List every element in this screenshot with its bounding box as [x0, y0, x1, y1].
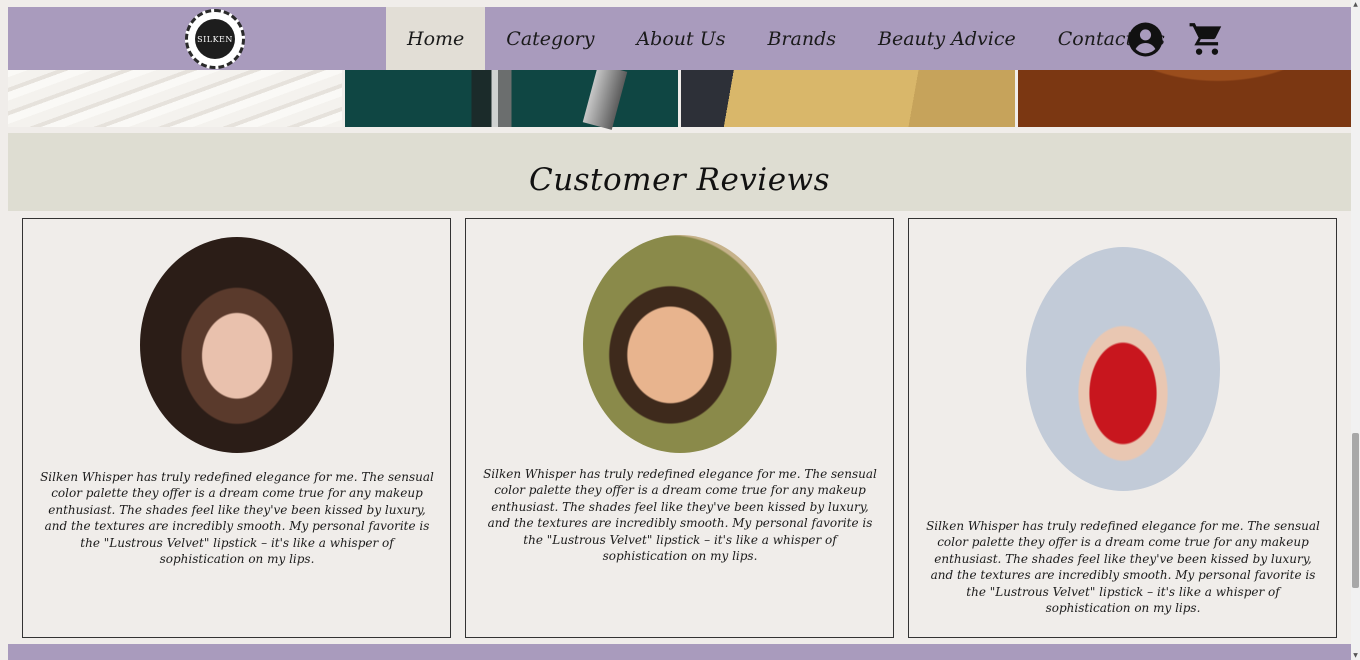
scrollbar-thumb[interactable] — [1352, 433, 1359, 588]
nav-menu: Home Category About Us Brands Beauty Adv… — [386, 7, 1186, 70]
scroll-up-arrow-icon[interactable]: ▲ — [1351, 0, 1360, 9]
brand-logo[interactable]: SILKEN — [185, 9, 245, 69]
reviews-section-header: Customer Reviews — [8, 133, 1351, 211]
reviewer-avatar — [583, 235, 777, 453]
footer-strip — [8, 644, 1351, 660]
scroll-down-arrow-icon[interactable]: ▼ — [1351, 651, 1360, 660]
page-scrollbar[interactable]: ▲ ▼ — [1351, 0, 1360, 660]
shopping-cart-icon[interactable] — [1188, 20, 1226, 58]
review-card: Silken Whisper has truly redefined elega… — [22, 218, 451, 638]
page: SILKEN Home Category About Us Brands Bea… — [8, 7, 1351, 660]
nav-item-category[interactable]: Category — [485, 7, 615, 70]
logo-text: SILKEN — [195, 19, 235, 59]
top-navigation: SILKEN Home Category About Us Brands Bea… — [8, 7, 1351, 70]
nav-item-home[interactable]: Home — [386, 7, 486, 70]
reviewer-avatar — [1026, 247, 1220, 491]
review-card: Silken Whisper has truly redefined elega… — [908, 218, 1337, 638]
reviews-title: Customer Reviews — [528, 162, 831, 198]
account-circle-icon[interactable] — [1127, 21, 1164, 58]
review-card: Silken Whisper has truly redefined elega… — [465, 218, 894, 638]
nav-item-brands[interactable]: Brands — [746, 7, 857, 70]
nav-item-about-us[interactable]: About Us — [615, 7, 746, 70]
review-text: Silken Whisper has truly redefined elega… — [926, 519, 1320, 616]
review-text: Silken Whisper has truly redefined elega… — [483, 467, 877, 564]
reviewer-avatar — [140, 237, 334, 453]
nav-item-beauty-advice[interactable]: Beauty Advice — [857, 7, 1037, 70]
review-text: Silken Whisper has truly redefined elega… — [40, 470, 434, 567]
